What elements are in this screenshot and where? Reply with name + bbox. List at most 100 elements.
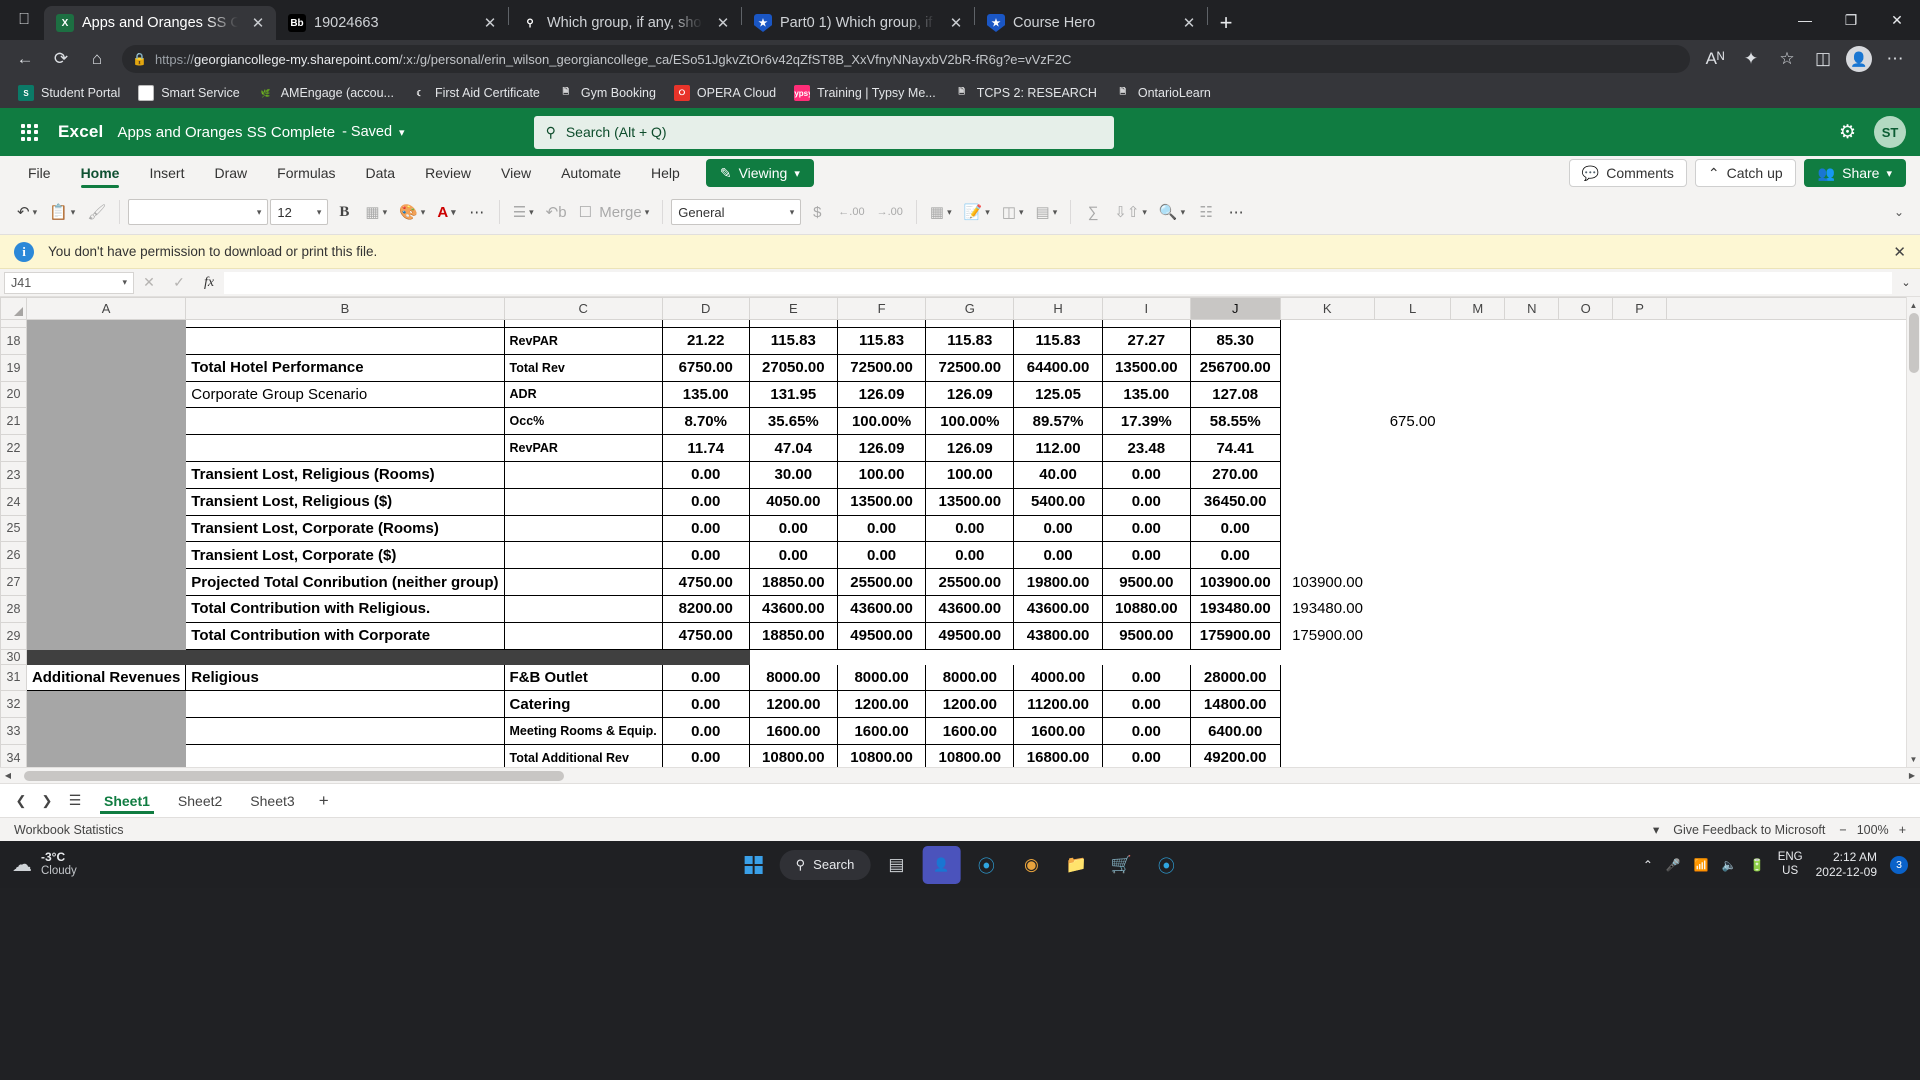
browser-tab-3[interactable]: ★ Part0 1) Which group, if any. shou ✕: [742, 6, 974, 40]
cell-I28[interactable]: 10880.00: [1101, 594, 1191, 623]
cell-O24[interactable]: [1558, 488, 1613, 516]
cell-K30[interactable]: [1280, 649, 1375, 665]
cell-N25[interactable]: [1504, 515, 1559, 542]
edge-icon[interactable]: ⦿: [967, 846, 1005, 884]
cell-F26[interactable]: 0.00: [836, 541, 927, 570]
cell-C25[interactable]: [503, 514, 663, 543]
cell-C33[interactable]: Meeting Rooms & Equip.: [503, 717, 663, 745]
bookmark-smart-service[interactable]: SMART Smart Service: [130, 82, 248, 104]
cell-L34[interactable]: [1374, 744, 1451, 767]
cell-J28[interactable]: 193480.00: [1189, 594, 1281, 623]
cell-E20[interactable]: 131.95: [748, 380, 838, 409]
cell-H18[interactable]: 115.83: [1013, 327, 1103, 355]
cell-L30[interactable]: [1374, 649, 1451, 665]
cell-M18[interactable]: [1450, 327, 1505, 355]
cell-L32[interactable]: [1374, 690, 1451, 718]
cell-G20[interactable]: 126.09: [925, 380, 1015, 409]
table-row[interactable]: 20 Corporate Group Scenario ADR 135.00 131.9…: [0, 380, 1920, 409]
cell-F33[interactable]: 1600.00: [836, 717, 927, 745]
cell-M29[interactable]: [1450, 622, 1505, 650]
row-header-26[interactable]: 26: [0, 541, 27, 570]
cell-H31[interactable]: 4000.00: [1013, 663, 1103, 692]
column-header-A[interactable]: A: [25, 297, 187, 320]
cell-N20[interactable]: [1504, 381, 1559, 408]
column-header-F[interactable]: F: [836, 297, 927, 320]
cell-C28[interactable]: [503, 594, 663, 623]
cell-K[interactable]: [1280, 319, 1375, 328]
cell-G26[interactable]: 0.00: [925, 541, 1015, 570]
cell-M31[interactable]: [1450, 664, 1505, 691]
collections-icon[interactable]: ✦: [1734, 44, 1768, 74]
cell-N24[interactable]: [1504, 488, 1559, 516]
cell-M19[interactable]: [1450, 354, 1505, 382]
cell-M[interactable]: [1450, 319, 1505, 328]
cell-E24[interactable]: 4050.00: [748, 487, 838, 516]
format-painter-icon[interactable]: 🖌: [82, 197, 111, 227]
row-header-34[interactable]: 34: [0, 743, 27, 767]
row-header-25[interactable]: 25: [0, 514, 27, 543]
cell-K34[interactable]: [1280, 744, 1375, 767]
table-row[interactable]: 25 Transient Lost, Corporate (Rooms) 0.00 0…: [0, 514, 1920, 543]
cell-B27[interactable]: Projected Total Conribution (neither gro…: [185, 568, 505, 596]
cell-O34[interactable]: [1558, 744, 1613, 767]
cell-N26[interactable]: [1504, 541, 1559, 569]
column-header-M[interactable]: M: [1450, 297, 1506, 320]
cell-P27[interactable]: [1612, 568, 1667, 596]
cell-E31[interactable]: 8000.00: [748, 663, 838, 692]
cell-H28[interactable]: 43600.00: [1013, 594, 1103, 623]
close-tab-icon[interactable]: ✕: [246, 11, 270, 35]
browser-tab-1[interactable]: Bb 19024663 ✕: [276, 6, 508, 40]
cell-C20[interactable]: ADR: [503, 380, 663, 409]
cell-H34[interactable]: 16800.00: [1013, 743, 1103, 767]
tab-view[interactable]: View: [487, 156, 545, 190]
cell-P31[interactable]: [1612, 664, 1667, 691]
cell-K20[interactable]: [1280, 381, 1375, 408]
tab-draw[interactable]: Draw: [200, 156, 261, 190]
cell-F21[interactable]: 100.00%: [836, 407, 927, 436]
row-header-19[interactable]: 19: [0, 353, 27, 382]
cell-H29[interactable]: 43800.00: [1013, 621, 1103, 650]
row-header-24[interactable]: 24: [0, 487, 27, 516]
cell-J22[interactable]: 74.41: [1189, 434, 1281, 462]
new-tab-button[interactable]: +: [1208, 6, 1244, 40]
cell-E19[interactable]: 27050.00: [748, 353, 838, 382]
cell-J19[interactable]: 256700.00: [1189, 353, 1281, 382]
cell-J34[interactable]: 49200.00: [1189, 743, 1281, 767]
bookmark-gym-booking[interactable]: 🗎 Gym Booking: [550, 82, 664, 104]
read-aloud-icon[interactable]: Aᴺ: [1698, 44, 1732, 74]
cell-L29[interactable]: [1374, 622, 1451, 650]
bookmark-typsy[interactable]: typsy Training | Typsy Me...: [786, 82, 944, 104]
cell-J18[interactable]: 85.30: [1189, 327, 1281, 355]
cell-B23[interactable]: Transient Lost, Religious (Rooms): [185, 460, 505, 489]
account-avatar[interactable]: ST: [1874, 116, 1906, 148]
cell-I34[interactable]: 0.00: [1101, 743, 1191, 767]
conditional-formatting-icon[interactable]: ▦ ▾: [925, 197, 957, 227]
insert-function-icon[interactable]: fx: [194, 275, 224, 291]
cell-C32[interactable]: Catering: [503, 690, 663, 719]
cell-D[interactable]: [661, 319, 750, 328]
cell-I24[interactable]: 0.00: [1101, 487, 1191, 516]
table-row[interactable]: 21 Occ% 8.70% 35.65% 100.00% 100.00% 89.57% 17.…: [0, 407, 1920, 436]
cell-A26[interactable]: [25, 541, 187, 570]
cell-J33[interactable]: 6400.00: [1189, 717, 1281, 745]
cell-C18[interactable]: RevPAR: [503, 327, 663, 355]
cell-J20[interactable]: 127.08: [1189, 380, 1281, 409]
cell-F19[interactable]: 72500.00: [836, 353, 927, 382]
cell-B28[interactable]: Total Contribution with Religious.: [185, 594, 505, 623]
cell-A21[interactable]: [25, 407, 187, 436]
table-row[interactable]: 26 Transient Lost, Corporate ($) 0.00 0.00 0…: [0, 541, 1920, 570]
tab-automate[interactable]: Automate: [547, 156, 635, 190]
cell-O31[interactable]: [1558, 664, 1613, 691]
column-header-P[interactable]: P: [1612, 297, 1667, 320]
cell-G27[interactable]: 25500.00: [925, 568, 1015, 596]
cell-O30[interactable]: [1558, 649, 1613, 665]
increase-decimal-icon[interactable]: →.00: [872, 197, 908, 227]
font-name-input[interactable]: ▾: [128, 199, 269, 225]
tab-insert[interactable]: Insert: [135, 156, 198, 190]
cell-O23[interactable]: [1558, 461, 1613, 489]
zoom-in-button[interactable]: +: [1899, 823, 1906, 837]
table-row[interactable]: 23 Transient Lost, Religious (Rooms) 0.00 3…: [0, 460, 1920, 489]
merge-button[interactable]: ☐ Merge ▾: [574, 197, 655, 227]
cell-B25[interactable]: Transient Lost, Corporate (Rooms): [185, 514, 505, 543]
cell-D19[interactable]: 6750.00: [661, 353, 750, 382]
